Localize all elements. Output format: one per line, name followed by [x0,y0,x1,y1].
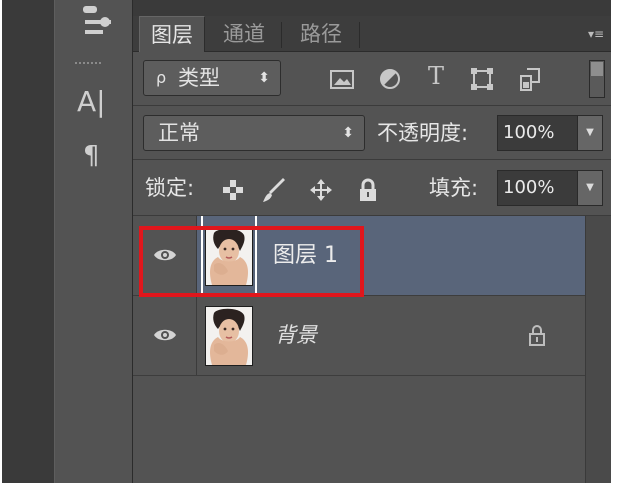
lock-label: 锁定: [145,176,195,200]
layer-name[interactable]: 背景 [275,296,317,375]
tab-paths[interactable]: 路径 [285,16,357,52]
fill-label: 填充: [429,176,479,200]
layer1-thumbnail[interactable] [205,226,253,286]
lock-transparent-pixels-icon[interactable] [221,178,245,202]
filter-toggle-knob [591,62,603,76]
tab-divider [281,22,282,48]
paragraph-panel-icon[interactable]: ¶ [83,136,117,176]
panel-icon-strip: A| ¶ [54,0,133,483]
visibility-toggle[interactable] [133,216,197,295]
updown-arrows-icon: ⬍ [258,70,270,86]
character-panel-icon[interactable]: A| [77,80,117,124]
opacity-value: 100% [503,122,555,143]
lock-image-pixels-icon[interactable] [261,178,285,202]
layer-row-background[interactable]: 背景 [133,296,585,376]
layers-panel: 图层 通道 路径 ▾≡ ρ 类型 ⬍ T 正常 ⬍ 不透明度: 100% ▼ 锁… [133,0,611,483]
filter-type-dropdown[interactable]: ρ 类型 ⬍ [143,60,281,96]
tab-bar-header [133,0,611,16]
thumbnail-mark [255,216,257,295]
opacity-label: 不透明度: [377,121,469,145]
adjustments-tool-icon[interactable] [81,2,115,38]
blend-mode-value: 正常 [158,121,200,145]
layers-scrollbar[interactable] [585,216,611,483]
blend-row: 正常 ⬍ 不透明度: 100% ▼ [133,106,611,160]
filter-type-value: 类型 [178,66,220,90]
search-icon: ρ [156,68,167,87]
lock-position-icon[interactable] [309,178,333,202]
shape-filter-icon[interactable] [469,66,495,92]
lock-icon [529,325,545,346]
tab-channels[interactable]: 通道 [209,16,279,52]
background-thumbnail[interactable] [205,306,253,366]
screenshot-frame: A| ¶ 图层 通道 路径 ▾≡ ρ 类型 ⬍ T 正常 ⬍ 不透明度: 100… [0,0,619,485]
thumbnail-mark [201,216,203,295]
eye-icon [154,329,176,341]
eye-icon [154,249,176,261]
panel-menu-icon[interactable]: ▾≡ [583,24,609,44]
lock-all-icon[interactable] [357,178,381,202]
layer-name[interactable]: 图层 1 [273,216,338,295]
filter-toggle-switch[interactable] [589,60,605,98]
blend-mode-dropdown[interactable]: 正常 ⬍ [143,115,365,151]
layers-list: 图层 1 背景 [133,216,585,483]
visibility-toggle[interactable] [133,296,197,375]
tab-layers[interactable]: 图层 [139,16,205,52]
fill-value: 100% [503,177,555,198]
layer-row-layer1[interactable]: 图层 1 [133,216,585,296]
photoshop-window: A| ¶ 图层 通道 路径 ▾≡ ρ 类型 ⬍ T 正常 ⬍ 不透明度: 100… [2,0,611,483]
adjustment-filter-icon[interactable] [377,66,403,92]
smart-object-filter-icon[interactable] [517,66,543,92]
panel-tab-bar: 图层 通道 路径 ▾≡ [133,0,611,52]
type-filter-icon[interactable]: T [423,64,449,90]
opacity-dropdown-button[interactable]: ▼ [577,116,602,150]
opacity-input[interactable]: 100% ▼ [497,115,603,151]
fill-dropdown-button[interactable]: ▼ [577,171,602,205]
lock-row: 锁定: 填充: 100% ▼ [133,160,611,216]
tab-divider [359,22,360,48]
left-dock [2,0,55,483]
updown-arrows-icon: ⬍ [342,125,354,141]
tool-separator [75,62,101,64]
image-filter-icon[interactable] [329,66,355,92]
fill-input[interactable]: 100% ▼ [497,170,603,206]
filter-row: ρ 类型 ⬍ T [133,52,611,106]
